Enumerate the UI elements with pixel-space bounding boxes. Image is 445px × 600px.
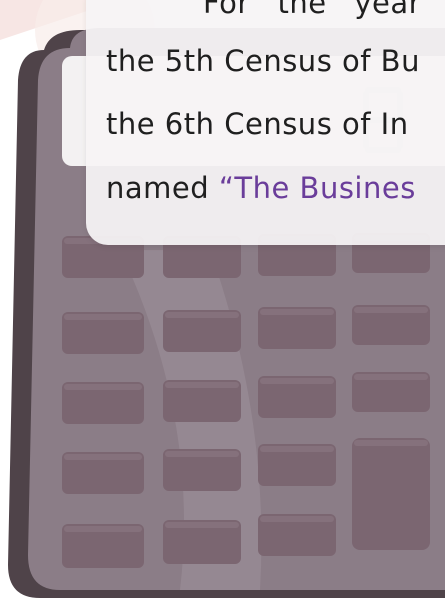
paragraph-line-2: the 5th Census of Bu — [106, 44, 420, 78]
paragraph-line-3: the 6th Census of In — [106, 107, 409, 141]
slide-canvas: For the year 2 the 5th Census of Bu the … — [0, 0, 445, 600]
paragraph-line-1: For the year 2 — [203, 0, 445, 20]
highlighted-title: “The Busines — [218, 171, 416, 205]
paragraph-line-4: named “The Busines — [106, 171, 416, 205]
paragraph-line-4-prefix: named — [106, 171, 219, 205]
